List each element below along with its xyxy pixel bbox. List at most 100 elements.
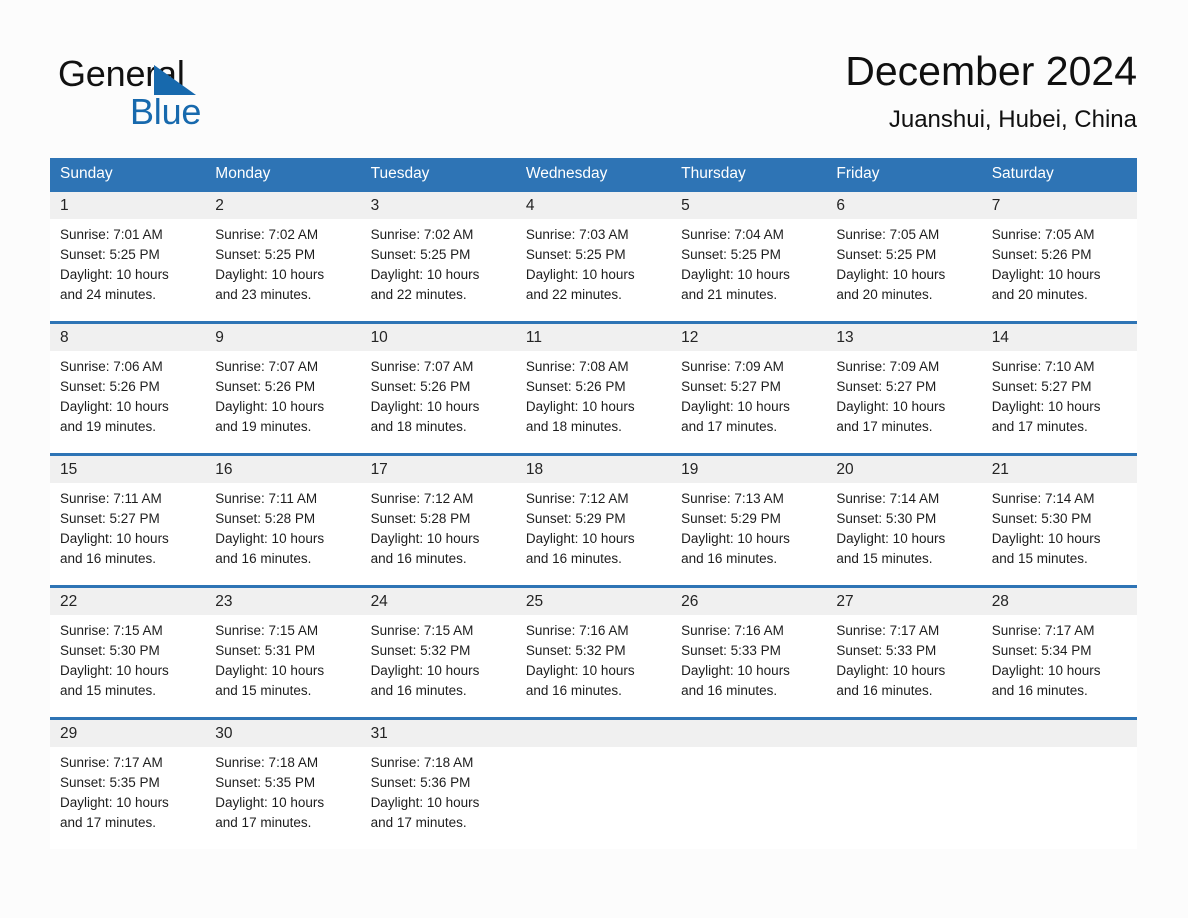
sunrise-text: Sunrise: 7:04 AM [681, 227, 784, 242]
day-number: 9 [215, 329, 224, 346]
calendar-day-cell[interactable]: 31 Sunrise: 7:18 AM Sunset: 5:36 PM Dayl… [361, 720, 516, 849]
day-details: Sunrise: 7:15 AM Sunset: 5:32 PM Dayligh… [371, 621, 516, 701]
calendar-day-cell[interactable]: 11 Sunrise: 7:08 AM Sunset: 5:26 PM Dayl… [516, 324, 671, 453]
weekday-header-friday: Friday [836, 165, 880, 182]
calendar-day-cell[interactable]: 22 Sunrise: 7:15 AM Sunset: 5:30 PM Dayl… [50, 588, 205, 717]
sunset-text: Sunset: 5:35 PM [215, 775, 316, 790]
daylight-text-line2: and 20 minutes. [836, 287, 933, 302]
day-details: Sunrise: 7:15 AM Sunset: 5:30 PM Dayligh… [60, 621, 205, 701]
calendar-day-cell[interactable]: 30 Sunrise: 7:18 AM Sunset: 5:35 PM Dayl… [205, 720, 360, 849]
daylight-text-line2: and 16 minutes. [836, 683, 933, 698]
logo-text-blue: Blue [130, 91, 202, 132]
day-details: Sunrise: 7:07 AM Sunset: 5:26 PM Dayligh… [215, 357, 360, 437]
daylight-text-line2: and 17 minutes. [836, 419, 933, 434]
title-block: December 2024 Juanshui, Hubei, China [845, 45, 1137, 135]
calendar-day-cell[interactable]: 18 Sunrise: 7:12 AM Sunset: 5:29 PM Dayl… [516, 456, 671, 585]
daylight-text-line2: and 19 minutes. [60, 419, 157, 434]
calendar-day-cell[interactable]: 29 Sunrise: 7:17 AM Sunset: 5:35 PM Dayl… [50, 720, 205, 849]
calendar-day-cell[interactable]: 8 Sunrise: 7:06 AM Sunset: 5:26 PM Dayli… [50, 324, 205, 453]
sunrise-text: Sunrise: 7:11 AM [215, 491, 318, 506]
day-details: Sunrise: 7:06 AM Sunset: 5:26 PM Dayligh… [60, 357, 205, 437]
day-details: Sunrise: 7:05 AM Sunset: 5:26 PM Dayligh… [992, 225, 1137, 305]
day-details: Sunrise: 7:02 AM Sunset: 5:25 PM Dayligh… [371, 225, 516, 305]
weekday-header-wednesday: Wednesday [525, 165, 608, 182]
day-details: Sunrise: 7:16 AM Sunset: 5:33 PM Dayligh… [681, 621, 826, 701]
daylight-text-line1: Daylight: 10 hours [525, 531, 635, 546]
day-details: Sunrise: 7:02 AM Sunset: 5:25 PM Dayligh… [215, 225, 360, 305]
calendar-day-cell[interactable]: 3 Sunrise: 7:02 AM Sunset: 5:25 PM Dayli… [361, 192, 516, 321]
calendar-day-cell[interactable]: 1 Sunrise: 7:01 AM Sunset: 5:25 PM Dayli… [50, 192, 205, 321]
day-number: 4 [525, 197, 535, 214]
weekday-header-tuesday: Tuesday [370, 165, 430, 182]
calendar-day-cell[interactable]: 15 Sunrise: 7:11 AM Sunset: 5:27 PM Dayl… [50, 456, 205, 585]
calendar-day-cell[interactable]: 25 Sunrise: 7:16 AM Sunset: 5:32 PM Dayl… [516, 588, 671, 717]
daylight-text-line1: Daylight: 10 hours [370, 399, 480, 414]
calendar-day-cell[interactable]: 4 Sunrise: 7:03 AM Sunset: 5:25 PM Dayli… [516, 192, 671, 321]
weekday-header-row: Sunday Monday Tuesday Wednesday Thursday… [50, 158, 1137, 189]
sunrise-text: Sunrise: 7:07 AM [370, 359, 474, 374]
day-number: 24 [370, 593, 388, 610]
day-number: 27 [836, 593, 854, 610]
day-number: 25 [525, 593, 544, 610]
calendar-day-cell[interactable]: 6 Sunrise: 7:05 AM Sunset: 5:25 PM Dayli… [826, 192, 981, 321]
page-masthead: General Blue December 2024 Juanshui, Hub… [50, 45, 1137, 145]
daylight-text-line2: and 17 minutes. [60, 815, 157, 830]
sunrise-text: Sunrise: 7:15 AM [60, 623, 163, 638]
calendar-day-cell[interactable]: 21 Sunrise: 7:14 AM Sunset: 5:30 PM Dayl… [982, 456, 1137, 585]
daylight-text-line2: and 16 minutes. [60, 551, 157, 566]
calendar-day-cell[interactable]: 7 Sunrise: 7:05 AM Sunset: 5:26 PM Dayli… [982, 192, 1137, 321]
daylight-text-line2: and 15 minutes. [215, 683, 312, 698]
calendar-day-cell[interactable]: 24 Sunrise: 7:15 AM Sunset: 5:32 PM Dayl… [361, 588, 516, 717]
calendar-day-cell[interactable]: 5 Sunrise: 7:04 AM Sunset: 5:25 PM Dayli… [671, 192, 826, 321]
sunrise-text: Sunrise: 7:09 AM [836, 359, 940, 374]
calendar-day-cell[interactable]: 19 Sunrise: 7:13 AM Sunset: 5:29 PM Dayl… [671, 456, 826, 585]
calendar-day-cell[interactable]: 14 Sunrise: 7:10 AM Sunset: 5:27 PM Dayl… [982, 324, 1137, 453]
calendar-day-cell[interactable]: 2 Sunrise: 7:02 AM Sunset: 5:25 PM Dayli… [205, 192, 360, 321]
calendar-day-cell[interactable]: 10 Sunrise: 7:07 AM Sunset: 5:26 PM Dayl… [361, 324, 516, 453]
daylight-text-line1: Daylight: 10 hours [215, 795, 325, 810]
sunrise-text: Sunrise: 7:02 AM [370, 227, 474, 242]
day-number: 2 [215, 197, 224, 214]
calendar-week-row: 22 Sunrise: 7:15 AM Sunset: 5:30 PM Dayl… [50, 585, 1137, 717]
sunset-text: Sunset: 5:32 PM [370, 643, 471, 658]
calendar-day-cell[interactable]: 9 Sunrise: 7:07 AM Sunset: 5:26 PM Dayli… [205, 324, 360, 453]
sunset-text: Sunset: 5:27 PM [836, 379, 937, 394]
day-number: 26 [681, 593, 699, 610]
calendar-week-row: 29 Sunrise: 7:17 AM Sunset: 5:35 PM Dayl… [50, 717, 1137, 849]
calendar-day-cell[interactable]: 16 Sunrise: 7:11 AM Sunset: 5:28 PM Dayl… [205, 456, 360, 585]
calendar-day-cell[interactable]: 13 Sunrise: 7:09 AM Sunset: 5:27 PM Dayl… [826, 324, 981, 453]
calendar-day-cell[interactable]: 27 Sunrise: 7:17 AM Sunset: 5:33 PM Dayl… [826, 588, 981, 717]
generalblue-logo[interactable]: General Blue [58, 53, 298, 135]
daylight-text-line1: Daylight: 10 hours [215, 267, 325, 282]
daylight-text-line2: and 22 minutes. [370, 287, 467, 302]
weekday-header-monday: Monday [215, 165, 271, 182]
calendar-day-cell[interactable]: 20 Sunrise: 7:14 AM Sunset: 5:30 PM Dayl… [826, 456, 981, 585]
weekday-header-saturday: Saturday [991, 165, 1054, 182]
calendar-day-cell[interactable]: 23 Sunrise: 7:15 AM Sunset: 5:31 PM Dayl… [205, 588, 360, 717]
daylight-text-line2: and 17 minutes. [681, 419, 778, 434]
calendar-day-cell[interactable]: 26 Sunrise: 7:16 AM Sunset: 5:33 PM Dayl… [671, 588, 826, 717]
sunrise-text: Sunrise: 7:09 AM [681, 359, 784, 374]
day-details: Sunrise: 7:04 AM Sunset: 5:25 PM Dayligh… [681, 225, 826, 305]
daylight-text-line1: Daylight: 10 hours [60, 663, 169, 678]
calendar-day-cell[interactable]: 28 Sunrise: 7:17 AM Sunset: 5:34 PM Dayl… [982, 588, 1137, 717]
daylight-text-line1: Daylight: 10 hours [836, 531, 946, 546]
weekday-header-sunday: Sunday [60, 165, 113, 182]
daylight-text-line1: Daylight: 10 hours [836, 267, 946, 282]
daylight-text-line2: and 22 minutes. [525, 287, 622, 302]
day-details: Sunrise: 7:18 AM Sunset: 5:36 PM Dayligh… [371, 753, 516, 833]
sunrise-text: Sunrise: 7:15 AM [370, 623, 474, 638]
page-title: December 2024 [845, 48, 1137, 94]
sunrise-text: Sunrise: 7:12 AM [370, 491, 474, 506]
sunset-text: Sunset: 5:34 PM [991, 643, 1092, 658]
day-details: Sunrise: 7:11 AM Sunset: 5:27 PM Dayligh… [60, 489, 205, 569]
day-number: 8 [60, 329, 69, 346]
daylight-text-line1: Daylight: 10 hours [681, 267, 790, 282]
day-details: Sunrise: 7:13 AM Sunset: 5:29 PM Dayligh… [681, 489, 826, 569]
day-number: 3 [370, 197, 380, 214]
calendar-day-cell[interactable]: 17 Sunrise: 7:12 AM Sunset: 5:28 PM Dayl… [361, 456, 516, 585]
sunset-text: Sunset: 5:25 PM [525, 247, 626, 262]
sunset-text: Sunset: 5:30 PM [836, 511, 937, 526]
calendar-day-cell[interactable]: 12 Sunrise: 7:09 AM Sunset: 5:27 PM Dayl… [671, 324, 826, 453]
day-details: Sunrise: 7:18 AM Sunset: 5:35 PM Dayligh… [215, 753, 360, 833]
